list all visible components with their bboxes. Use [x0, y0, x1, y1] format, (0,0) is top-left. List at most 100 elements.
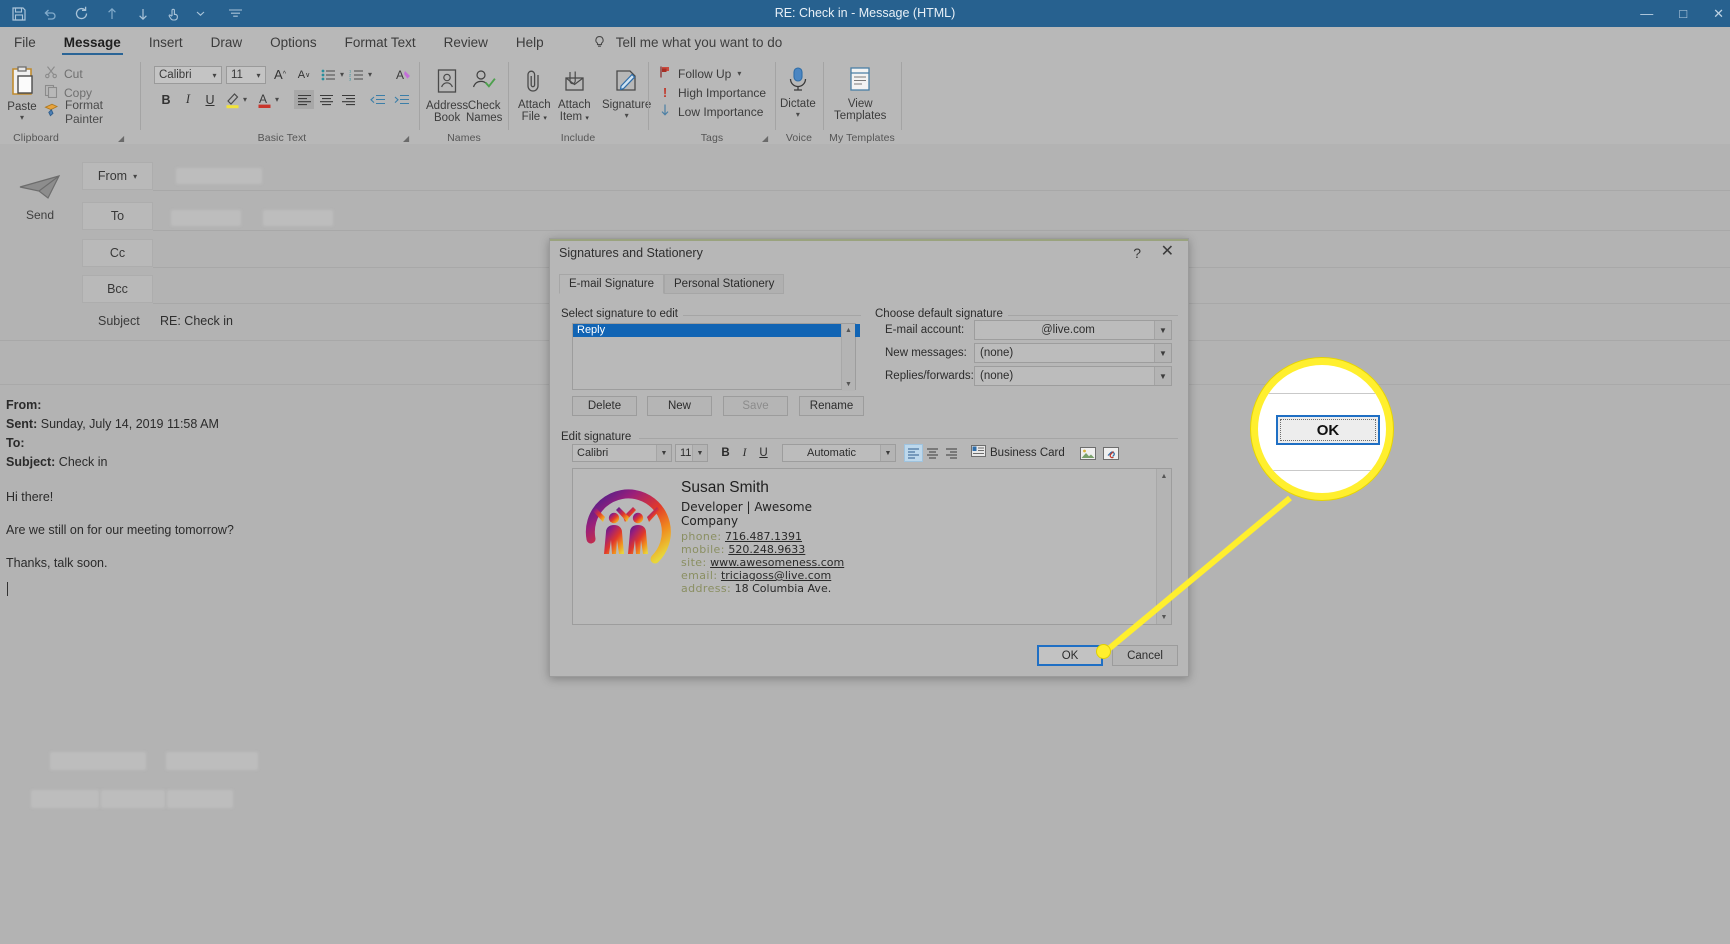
paste-button[interactable]: Paste ▾: [6, 64, 38, 121]
numbering-button[interactable]: 123: [346, 65, 366, 84]
signature-underline-button[interactable]: U: [754, 444, 773, 462]
chevron-down-icon[interactable]: ▾: [340, 71, 344, 78]
tab-options[interactable]: Options: [256, 27, 331, 58]
check-names-button[interactable]: CheckNames: [466, 68, 502, 124]
address-book-button[interactable]: AddressBook: [426, 68, 468, 124]
tab-format-text[interactable]: Format Text: [331, 27, 430, 58]
chevron-down-icon[interactable]: ▾: [368, 71, 372, 78]
new-messages-combo[interactable]: (none) ▼: [974, 343, 1172, 363]
view-templates-button[interactable]: ViewTemplates: [834, 66, 886, 122]
align-left-button[interactable]: [294, 90, 314, 109]
chevron-down-icon[interactable]: ▾: [243, 96, 247, 103]
underline-button[interactable]: U: [200, 90, 220, 109]
business-card-button[interactable]: Business Card: [971, 444, 1065, 462]
scroll-down-icon[interactable]: ▼: [842, 378, 855, 391]
maximize-icon[interactable]: □: [1679, 6, 1687, 21]
signature-button[interactable]: Signature ▾: [602, 68, 651, 119]
signature-color-combo[interactable]: Automatic ▼: [782, 444, 896, 462]
tab-review[interactable]: Review: [430, 27, 502, 58]
basic-text-dialog-launcher[interactable]: ◢: [403, 134, 409, 143]
list-item[interactable]: Reply: [573, 324, 860, 337]
replies-forwards-combo[interactable]: (none) ▼: [974, 366, 1172, 386]
cc-button[interactable]: Cc: [82, 239, 153, 267]
cancel-button[interactable]: Cancel: [1112, 645, 1178, 666]
chevron-down-icon[interactable]: ▼: [656, 445, 671, 461]
font-family-combo[interactable]: Calibri ▾: [154, 66, 222, 84]
text-highlight-button[interactable]: [222, 90, 242, 109]
clipboard-dialog-launcher[interactable]: ◢: [118, 134, 124, 143]
tab-personal-stationery[interactable]: Personal Stationery: [664, 274, 784, 294]
delete-signature-button[interactable]: Delete: [572, 396, 637, 416]
cut-button[interactable]: Cut: [44, 64, 128, 83]
tab-message[interactable]: Message: [50, 27, 135, 58]
clear-formatting-button[interactable]: A: [394, 65, 414, 84]
bullets-button[interactable]: [318, 65, 338, 84]
send-button[interactable]: Send: [12, 162, 68, 232]
chevron-down-icon[interactable]: ▾: [625, 112, 629, 119]
grow-font-button[interactable]: A^: [270, 65, 290, 84]
chevron-down-icon[interactable]: ▾: [737, 67, 741, 80]
chevron-down-icon[interactable]: ▼: [1154, 321, 1171, 339]
tab-file[interactable]: File: [0, 27, 50, 58]
minimize-icon[interactable]: —: [1640, 6, 1653, 21]
new-signature-button[interactable]: New: [647, 396, 712, 416]
picture-icon[interactable]: [1079, 444, 1098, 462]
tell-me-box[interactable]: Tell me what you want to do: [592, 35, 783, 50]
align-center-button[interactable]: [316, 90, 336, 109]
chevron-down-icon[interactable]: ▾: [796, 111, 800, 118]
callout-ok-button[interactable]: OK: [1276, 415, 1380, 445]
italic-button[interactable]: I: [178, 90, 198, 109]
high-importance-button[interactable]: ! High Importance: [658, 83, 766, 102]
email-account-combo[interactable]: @live.com ▼: [974, 320, 1172, 340]
subject-input[interactable]: RE: Check in: [160, 314, 233, 328]
signature-align-right-button[interactable]: [942, 444, 961, 462]
signature-bold-button[interactable]: B: [716, 444, 735, 462]
tags-dialog-launcher[interactable]: ◢: [762, 134, 768, 143]
signature-align-center-button[interactable]: [923, 444, 942, 462]
chevron-down-icon[interactable]: ▾: [275, 96, 279, 103]
ok-button[interactable]: OK: [1037, 645, 1103, 666]
tab-draw[interactable]: Draw: [197, 27, 257, 58]
rename-signature-button[interactable]: Rename: [799, 396, 864, 416]
scroll-up-icon[interactable]: ▲: [1157, 469, 1171, 483]
chevron-down-icon[interactable]: ▾: [133, 172, 137, 181]
shrink-font-button[interactable]: A∨: [294, 65, 314, 84]
dictate-button[interactable]: Dictate ▾: [780, 66, 816, 118]
help-icon[interactable]: ?: [1133, 245, 1141, 261]
scroll-down-icon[interactable]: ▼: [1157, 610, 1171, 624]
signature-editor[interactable]: Susan Smith Developer | Awesome Company …: [572, 468, 1172, 625]
bold-button[interactable]: B: [156, 90, 176, 109]
from-button[interactable]: From ▾: [82, 162, 153, 190]
chevron-down-icon[interactable]: ▾: [252, 71, 265, 80]
align-right-button[interactable]: [338, 90, 358, 109]
scroll-up-icon[interactable]: ▲: [842, 324, 855, 337]
signature-size-combo[interactable]: 11 ▼: [675, 444, 708, 462]
chevron-down-icon[interactable]: ▼: [880, 445, 895, 461]
chevron-down-icon[interactable]: ▾: [20, 114, 24, 121]
decrease-indent-button[interactable]: [368, 90, 388, 109]
chevron-down-icon[interactable]: ▼: [1154, 344, 1171, 362]
font-size-combo[interactable]: 11 ▾: [226, 66, 266, 84]
increase-indent-button[interactable]: [392, 90, 412, 109]
tab-insert[interactable]: Insert: [135, 27, 197, 58]
attach-file-button[interactable]: AttachFile ▾: [518, 68, 551, 125]
signature-editor-scrollbar[interactable]: ▲ ▼: [1156, 469, 1171, 624]
low-importance-button[interactable]: Low Importance: [658, 102, 766, 121]
signature-font-combo[interactable]: Calibri ▼: [572, 444, 672, 462]
signature-listbox[interactable]: Reply ▲ ▼: [572, 323, 856, 390]
font-color-button[interactable]: A: [254, 90, 274, 109]
tab-help[interactable]: Help: [502, 27, 558, 58]
follow-up-button[interactable]: Follow Up ▾: [658, 64, 766, 83]
chevron-down-icon[interactable]: ▼: [692, 445, 707, 461]
close-icon[interactable]: ✕: [1713, 6, 1724, 22]
to-button[interactable]: To: [82, 202, 153, 230]
close-icon[interactable]: ✕: [1161, 243, 1174, 261]
bcc-button[interactable]: Bcc: [82, 275, 153, 303]
chevron-down-icon[interactable]: ▾: [208, 71, 221, 80]
signature-align-left-button[interactable]: [904, 444, 923, 462]
format-painter-button[interactable]: Format Painter: [44, 102, 128, 121]
tab-email-signature[interactable]: E-mail Signature: [559, 274, 664, 294]
listbox-scrollbar[interactable]: ▲ ▼: [841, 324, 855, 389]
attach-item-button[interactable]: AttachItem ▾: [558, 68, 591, 125]
chevron-down-icon[interactable]: ▼: [1154, 367, 1171, 385]
